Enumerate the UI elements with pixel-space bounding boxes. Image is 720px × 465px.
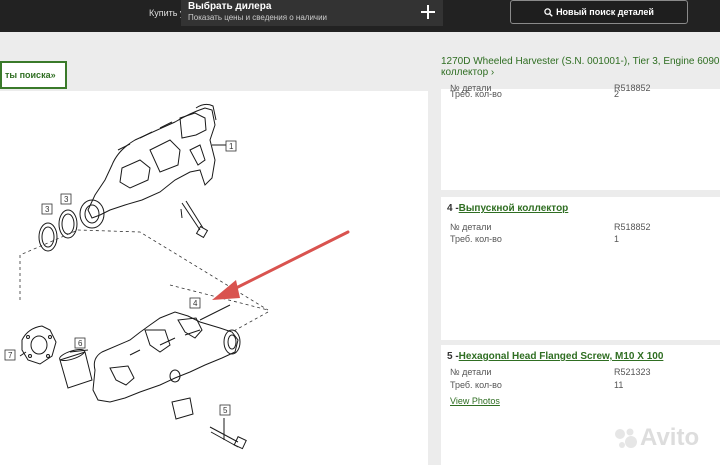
search-button-label: Новый поиск деталей [556,7,654,17]
callout-label: 5 [223,406,228,415]
top-bar: Купить у Выбрать дилера Показать цены и … [0,0,720,32]
avito-watermark: Avito [640,424,700,451]
breadcrumb[interactable]: 1270D Wheeled Harvester (S.N. 001001-), … [441,56,720,78]
new-parts-search-button[interactable]: Новый поиск деталей [510,0,688,24]
quantity-value: 11 [614,380,624,390]
part-title: 5 -Hexagonal Head Flanged Screw, M10 X 1… [447,351,663,362]
part-number-label: № детали [450,367,492,377]
quantity-label: Треб. кол-во [450,234,502,244]
red-arrow-annotation [212,230,350,300]
plus-icon[interactable] [418,2,438,22]
dealer-title: Выбрать дилера [188,1,272,12]
breadcrumb-section[interactable]: коллектор › [441,67,720,78]
part-card-partial: № детали R518852 Треб. кол-во 2 [441,83,720,190]
part-card-4: 4 -Выпускной коллектор № детали R518852 … [441,197,720,340]
part-number-label: № детали [450,222,492,232]
search-results-button[interactable]: ты поиска» [0,61,67,89]
quantity-label: Треб. кол-во [450,380,502,390]
part-index: 5 - [447,351,459,362]
breadcrumb-model[interactable]: 1270D Wheeled Harvester (S.N. 001001-), … [441,56,720,67]
callout-label: 4 [193,299,198,308]
quantity-value: 1 [614,234,620,244]
quantity-label: Треб. кол-во [450,89,502,99]
callout-label: 3 [64,195,69,204]
buy-from-label: Купить у [149,8,185,18]
part-index: 4 - [447,203,459,214]
dealer-subtitle: Показать цены и сведения о наличии [188,13,328,22]
parts-diagram: 1 3 3 4 5 6 7 [0,91,428,465]
part-number-value: R521323 [614,367,651,377]
quantity-value: 2 [614,89,620,99]
view-photos-link[interactable]: View Photos [450,396,500,406]
callout-label: 1 [229,142,234,151]
search-icon [544,7,553,17]
part-name-link[interactable]: Выпускной коллектор [459,203,569,214]
callout-label: 6 [78,339,83,348]
part-title: 4 -Выпускной коллектор [447,203,568,214]
part-number-value: R518852 [614,83,651,93]
callout-label: 7 [8,351,13,360]
callout-label: 3 [45,205,50,214]
part-name-link[interactable]: Hexagonal Head Flanged Screw, M10 X 100 [459,351,664,362]
results-button-label: ты поиска» [5,70,56,80]
part-number-value: R518852 [614,222,651,232]
dealer-selector[interactable]: Выбрать дилера Показать цены и сведения … [181,0,443,26]
exploded-diagram: 1 3 3 4 5 6 7 [4,103,350,450]
